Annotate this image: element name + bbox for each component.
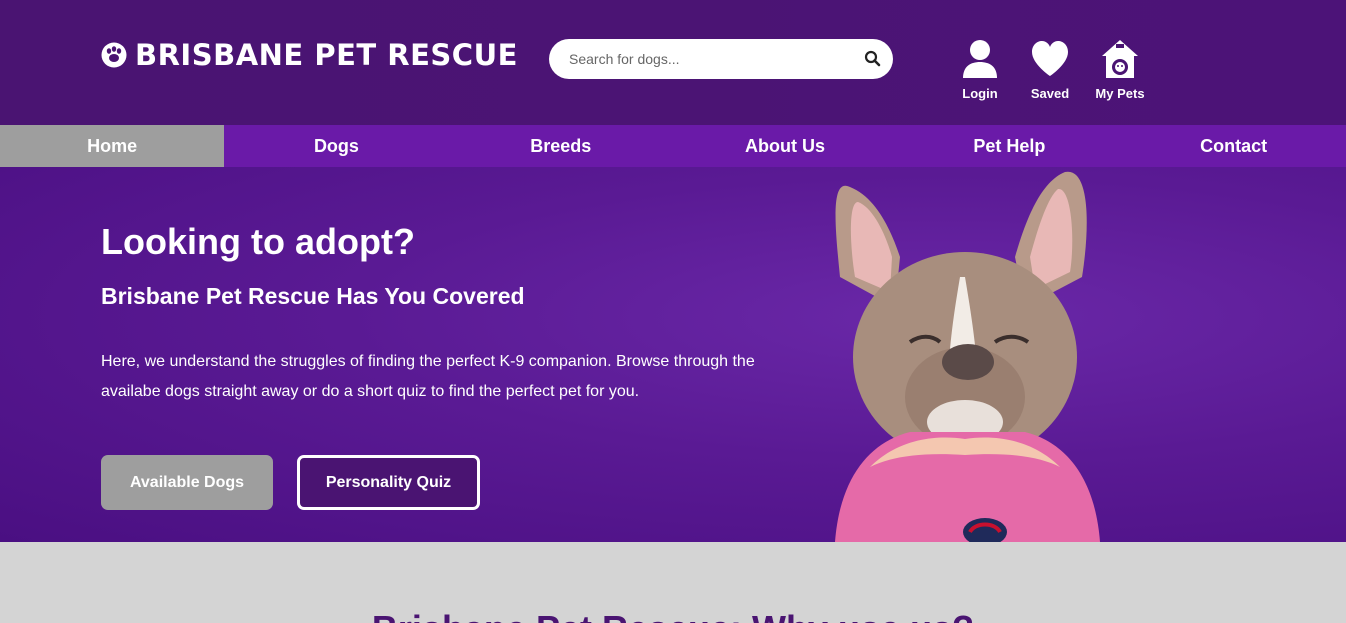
personality-quiz-button[interactable]: Personality Quiz bbox=[297, 455, 480, 510]
nav-item-about-us[interactable]: About Us bbox=[673, 125, 897, 167]
dog-photo bbox=[835, 171, 1100, 542]
nav-item-contact[interactable]: Contact bbox=[1121, 125, 1345, 167]
brand-logo[interactable]: BRISBANE PET RESCUE bbox=[101, 38, 518, 72]
available-dogs-button[interactable]: Available Dogs bbox=[101, 455, 273, 510]
my-pets-link[interactable]: My Pets bbox=[1090, 38, 1150, 101]
pet-house-icon bbox=[1102, 40, 1138, 78]
saved-label: Saved bbox=[1030, 86, 1070, 101]
hero-description: Here, we understand the struggles of fin… bbox=[101, 353, 755, 400]
main-nav: Home Dogs Breeds About Us Pet Help Conta… bbox=[0, 125, 1346, 167]
nav-item-home[interactable]: Home bbox=[0, 125, 225, 167]
nav-item-dogs[interactable]: Dogs bbox=[224, 125, 448, 167]
heart-icon bbox=[1032, 41, 1068, 76]
brand-name: BRISBANE PET RESCUE bbox=[135, 38, 518, 72]
site-header: BRISBANE PET RESCUE Login Saved My Pet bbox=[0, 0, 1346, 125]
hero-subtitle: Brisbane Pet Rescue Has You Covered bbox=[101, 283, 525, 309]
user-icon bbox=[963, 40, 997, 78]
search-icon[interactable] bbox=[863, 49, 883, 69]
saved-link[interactable]: Saved bbox=[1020, 38, 1080, 101]
search-input[interactable] bbox=[569, 39, 849, 79]
login-link[interactable]: Login bbox=[950, 38, 1010, 101]
my-pets-label: My Pets bbox=[1095, 86, 1145, 101]
section-title: Brisbane Pet Rescue: Why use us? bbox=[0, 608, 1346, 623]
login-label: Login bbox=[962, 86, 998, 101]
hero-banner: Looking to adopt? Brisbane Pet Rescue Ha… bbox=[0, 167, 1346, 542]
hero-title: Looking to adopt? bbox=[101, 221, 415, 262]
nav-item-pet-help[interactable]: Pet Help bbox=[897, 125, 1121, 167]
paw-icon bbox=[101, 42, 127, 68]
nav-item-breeds[interactable]: Breeds bbox=[449, 125, 673, 167]
search-bar bbox=[549, 39, 893, 79]
